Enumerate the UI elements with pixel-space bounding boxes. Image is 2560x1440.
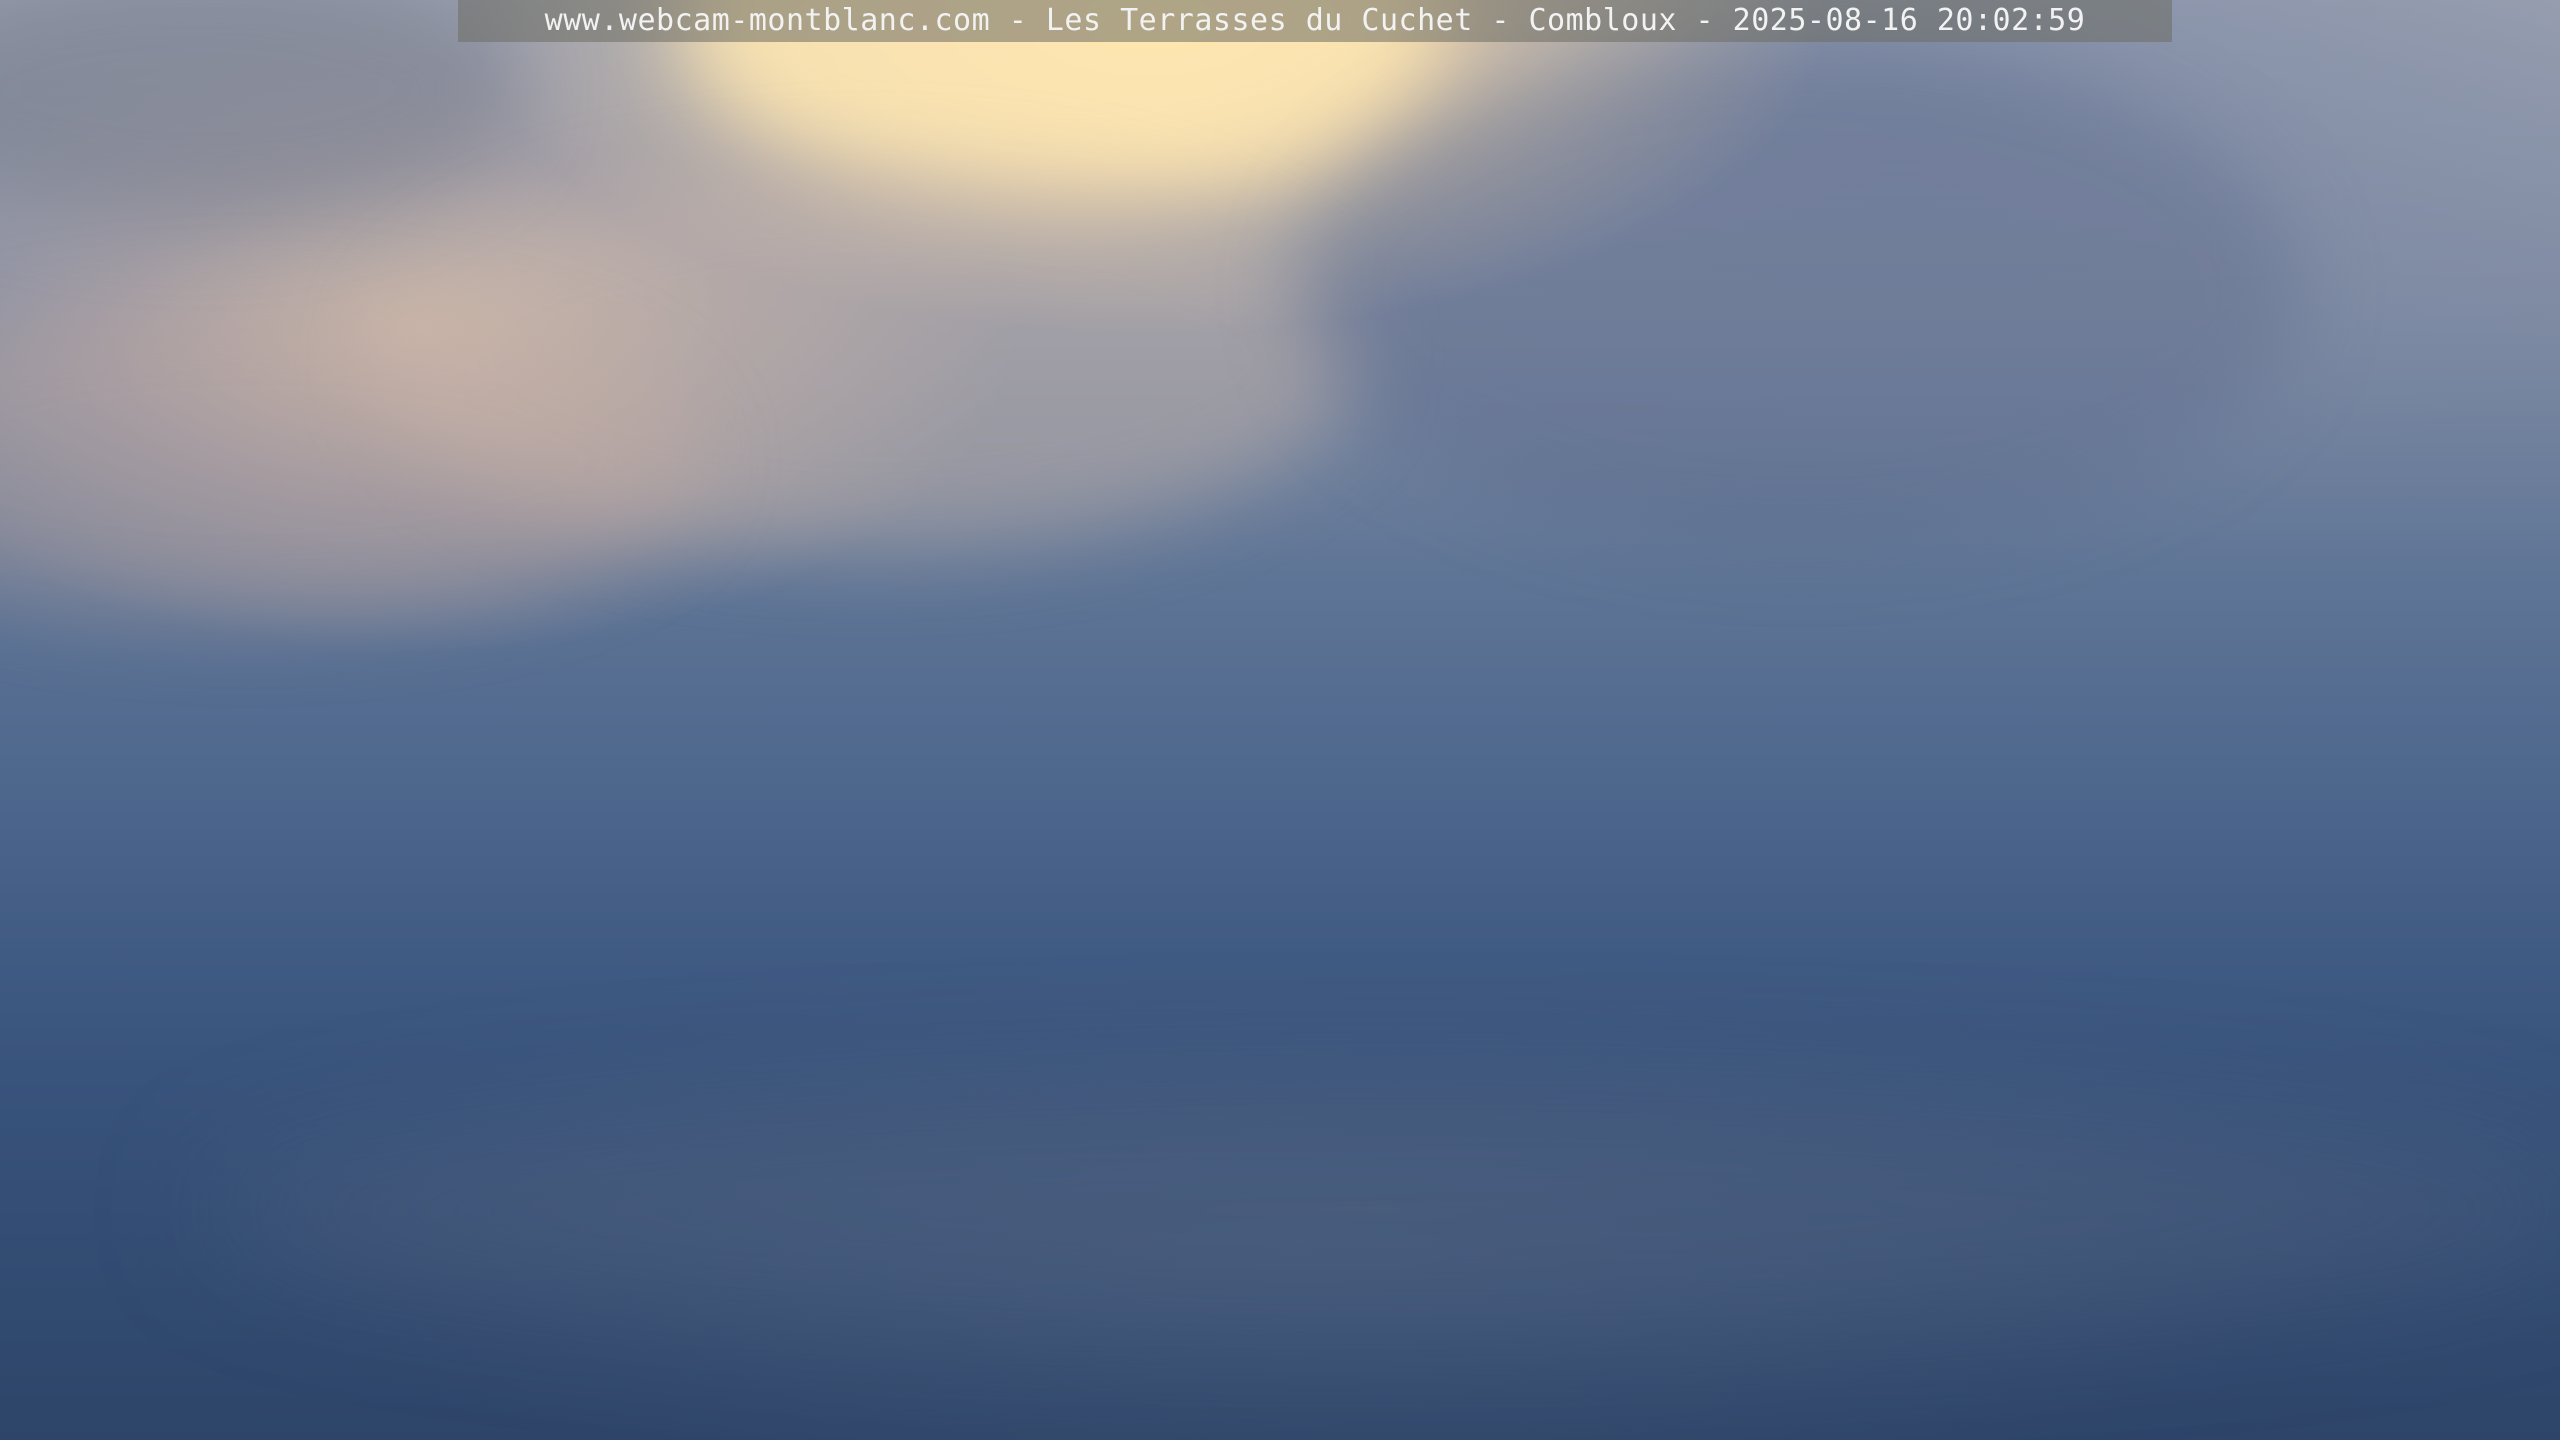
caption-separator: - [990, 3, 1046, 38]
caption-separator: - [1676, 3, 1733, 38]
webcam-image: www.webcam-montblanc.com - Les Terrasses… [0, 0, 2560, 1440]
caption-town: Combloux [1528, 3, 1677, 38]
dark-cloud-left [0, 0, 520, 220]
webcam-caption-bar: www.webcam-montblanc.com - Les Terrasses… [458, 0, 2172, 42]
caption-separator: - [1472, 3, 1529, 38]
haze-band [200, 1080, 2560, 1340]
caption-location: Les Terrasses du Cuchet [1045, 3, 1473, 38]
caption-site: www.webcam-montblanc.com [544, 3, 991, 38]
cloud-shadow-right [1300, 40, 2300, 540]
caption-timestamp: 2025-08-16 20:02:59 [1732, 3, 2086, 38]
